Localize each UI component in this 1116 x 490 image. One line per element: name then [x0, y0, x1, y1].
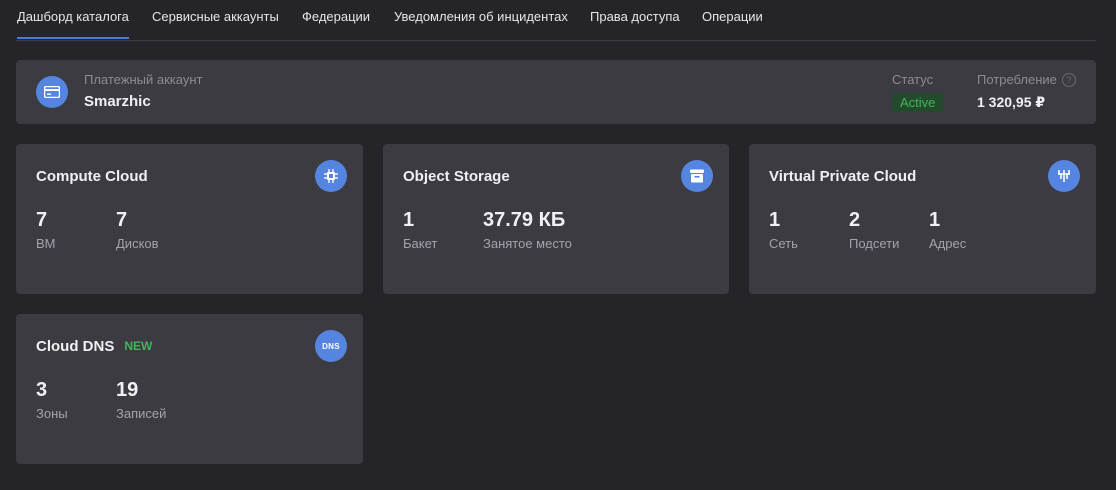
card-title: Compute Cloud — [36, 168, 148, 185]
network-icon — [1048, 160, 1080, 192]
metric-buckets: 1 Бакет — [403, 209, 438, 251]
chip-icon — [315, 160, 347, 192]
consumption-value: 1 320,95 ₽ — [977, 94, 1046, 110]
virtual-private-cloud-card[interactable]: Virtual Private Cloud 1 Сеть 2 Подсети 1 Ад… — [749, 144, 1096, 294]
storage-bucket-icon — [681, 160, 713, 192]
cloud-dns-card[interactable]: Cloud DNS NEW DNS 3 Зоны 19 Записей — [16, 314, 363, 464]
tab-service-accounts[interactable]: Сервисные аккаунты — [152, 9, 279, 24]
status-label: Статус — [892, 72, 934, 87]
compute-cloud-card[interactable]: Compute Cloud 7 ВМ 7 Дисков — [16, 144, 363, 294]
credit-card-icon — [36, 76, 68, 108]
metric-vms: 7 ВМ — [36, 209, 56, 251]
tab-access-rights[interactable]: Права доступа — [590, 9, 680, 24]
metric-subnets: 2 Подсети — [849, 209, 900, 251]
card-title: Virtual Private Cloud — [769, 168, 917, 185]
metric-used-space: 37.79 КБ Занятое место — [483, 209, 572, 251]
new-badge: NEW — [124, 339, 153, 353]
tab-catalog-dashboard[interactable]: Дашборд каталога — [17, 9, 129, 39]
billing-account-name[interactable]: Smarzhic — [84, 93, 151, 110]
card-title: Object Storage — [403, 168, 510, 185]
dns-icon: DNS — [315, 330, 347, 362]
card-title: Cloud DNS NEW — [36, 338, 153, 355]
metric-disks: 7 Дисков — [116, 209, 159, 251]
help-icon[interactable]: ? — [1061, 73, 1076, 87]
object-storage-card[interactable]: Object Storage 1 Бакет 37.79 КБ Занятое ме… — [383, 144, 729, 294]
metric-addresses: 1 Адрес — [929, 209, 967, 251]
tabs-bar: Дашборд каталога Сервисные аккаунты Феде… — [16, 0, 1096, 41]
billing-account-label: Платежный аккаунт — [84, 72, 203, 87]
metric-records: 19 Записей — [116, 379, 167, 421]
metric-zones: 3 Зоны — [36, 379, 68, 421]
tab-operations[interactable]: Операции — [702, 9, 763, 24]
metric-networks: 1 Сеть — [769, 209, 798, 251]
consumption-label: Потребление? — [977, 72, 1076, 87]
tab-incident-notifications[interactable]: Уведомления об инцидентах — [394, 9, 568, 24]
tab-federations[interactable]: Федерации — [302, 9, 370, 24]
status-badge: Active — [892, 93, 944, 112]
billing-account-panel[interactable]: Платежный аккаунт Smarzhic Статус Active… — [16, 60, 1096, 124]
